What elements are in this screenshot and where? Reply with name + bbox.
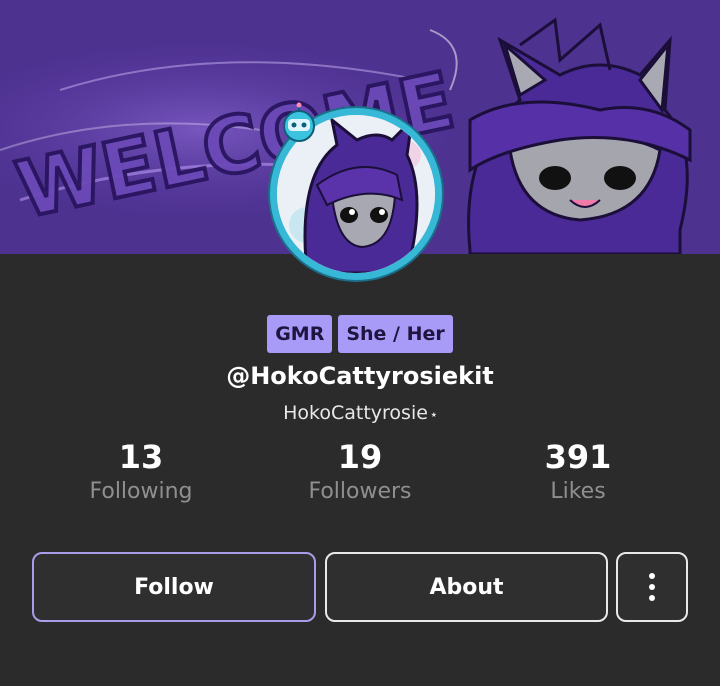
more-vertical-icon — [649, 573, 655, 601]
follow-button[interactable]: Follow — [32, 552, 316, 622]
profile-handle: @HokoCattyrosiekit — [226, 362, 494, 390]
stat-likes-label: Likes — [550, 479, 606, 504]
stat-followers-value: 19 — [337, 438, 383, 476]
stat-following-value: 13 — [118, 438, 164, 476]
profile-display-name: HokoCattyrosie ⭑ — [0, 402, 720, 424]
stat-followers-label: Followers — [308, 479, 412, 504]
display-name-text: HokoCattyrosie — [283, 402, 428, 424]
stat-following[interactable]: 13 Following — [41, 437, 241, 504]
star-icon: ⭑ — [430, 408, 437, 421]
stat-followers[interactable]: 19 Followers — [260, 437, 460, 504]
stat-likes-value: 391 — [544, 438, 612, 476]
avatar-robot-decoration-icon — [283, 102, 315, 142]
badge-gmr: GMR — [267, 315, 333, 353]
badge-pronouns: She / Her — [338, 315, 453, 353]
about-button[interactable]: About — [325, 552, 608, 622]
more-options-button[interactable] — [616, 552, 688, 622]
stat-likes[interactable]: 391 Likes — [478, 437, 678, 504]
profile-page: WELCOME GMR She / Her @HokoCattyrosiekit… — [0, 0, 720, 686]
profile-badges: GMR She / Her — [0, 315, 720, 353]
stat-following-label: Following — [89, 479, 193, 504]
